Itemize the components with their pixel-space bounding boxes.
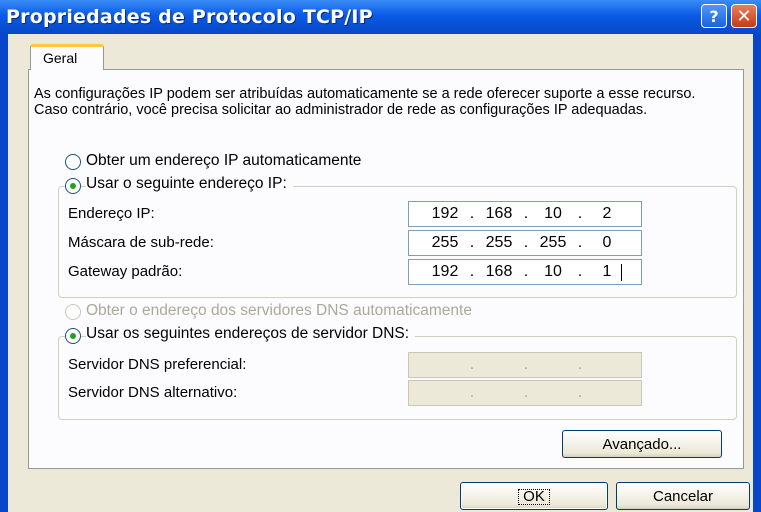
- ip-separator: .: [577, 356, 583, 373]
- advanced-button[interactable]: Avançado...: [562, 430, 722, 458]
- dialog-window: Propriedades de Protocolo TCP/IP ? ✕ Ger…: [0, 0, 761, 512]
- dns-manual-group: [58, 336, 737, 420]
- text-caret: [621, 264, 622, 281]
- preferred-dns-field[interactable]: . . .: [408, 352, 642, 378]
- ip-octet-1: 192: [431, 205, 459, 222]
- tab-label: Geral: [43, 50, 78, 66]
- tab-geral[interactable]: Geral: [30, 44, 104, 70]
- gateway-octet-2: 168: [485, 263, 513, 280]
- ip-octet-4: 2: [602, 205, 612, 222]
- subnet-mask-label: Máscara de sub-rede:: [68, 234, 214, 251]
- ip-address-label: Endereço IP:: [68, 205, 155, 222]
- ip-address-field[interactable]: 192 . 168 . 10 . 2: [408, 201, 642, 227]
- ip-octet-2: 168: [485, 205, 513, 222]
- ip-separator: .: [523, 384, 529, 401]
- ip-separator: .: [523, 356, 529, 373]
- ip-separator: .: [469, 205, 475, 222]
- ip-manual-label[interactable]: Usar o seguinte endereço IP:: [86, 175, 293, 193]
- close-icon: ✕: [736, 5, 752, 27]
- dns-auto-label[interactable]: Obter o endereço dos servidores DNS auto…: [86, 302, 472, 320]
- ip-separator: .: [469, 384, 475, 401]
- ip-separator: .: [523, 205, 529, 222]
- ip-separator: .: [577, 384, 583, 401]
- ip-separator: .: [523, 234, 529, 251]
- mask-octet-1: 255: [431, 234, 459, 251]
- advanced-button-label: Avançado...: [602, 435, 682, 453]
- title-bar[interactable]: Propriedades de Protocolo TCP/IP ? ✕: [0, 0, 761, 34]
- focus-rect: [518, 489, 550, 505]
- dns-auto-radio[interactable]: [65, 304, 81, 320]
- ip-separator: .: [469, 263, 475, 280]
- mask-octet-4: 0: [602, 234, 612, 251]
- gateway-label: Gateway padrão:: [68, 263, 183, 280]
- ip-manual-radio[interactable]: [65, 178, 81, 194]
- ip-separator: .: [523, 263, 529, 280]
- window-title: Propriedades de Protocolo TCP/IP: [6, 6, 373, 28]
- cancel-button-label: Cancelar: [652, 487, 714, 505]
- description-text: As configurações IP podem ser atribuídas…: [34, 86, 696, 118]
- gateway-octet-3: 10: [544, 263, 562, 280]
- ip-separator: .: [577, 263, 583, 280]
- ip-separator: .: [577, 234, 583, 251]
- ip-octet-3: 10: [544, 205, 562, 222]
- subnet-mask-field[interactable]: 255 . 255 . 255 . 0: [408, 230, 642, 256]
- ok-button[interactable]: OK: [460, 482, 608, 510]
- cancel-button[interactable]: Cancelar: [616, 482, 750, 510]
- preferred-dns-label: Servidor DNS preferencial:: [68, 356, 247, 373]
- close-button[interactable]: ✕: [731, 4, 757, 28]
- alternate-dns-field[interactable]: . . .: [408, 380, 642, 406]
- mask-octet-2: 255: [485, 234, 513, 251]
- dialog-client-area: Geral As configurações IP podem ser atri…: [8, 34, 753, 512]
- ip-separator: .: [577, 205, 583, 222]
- gateway-octet-1: 192: [431, 263, 459, 280]
- ip-auto-radio[interactable]: [65, 154, 81, 170]
- dns-manual-label[interactable]: Usar os seguintes endereços de servidor …: [86, 325, 416, 343]
- help-icon: ?: [709, 6, 719, 26]
- mask-octet-3: 255: [539, 234, 567, 251]
- help-button[interactable]: ?: [701, 4, 727, 28]
- ip-separator: .: [469, 234, 475, 251]
- ip-separator: .: [469, 356, 475, 373]
- ip-auto-label[interactable]: Obter um endereço IP automaticamente: [86, 152, 361, 170]
- dns-manual-radio[interactable]: [65, 328, 81, 344]
- alternate-dns-label: Servidor DNS alternativo:: [68, 384, 238, 401]
- gateway-field[interactable]: 192 . 168 . 10 . 1: [408, 259, 642, 285]
